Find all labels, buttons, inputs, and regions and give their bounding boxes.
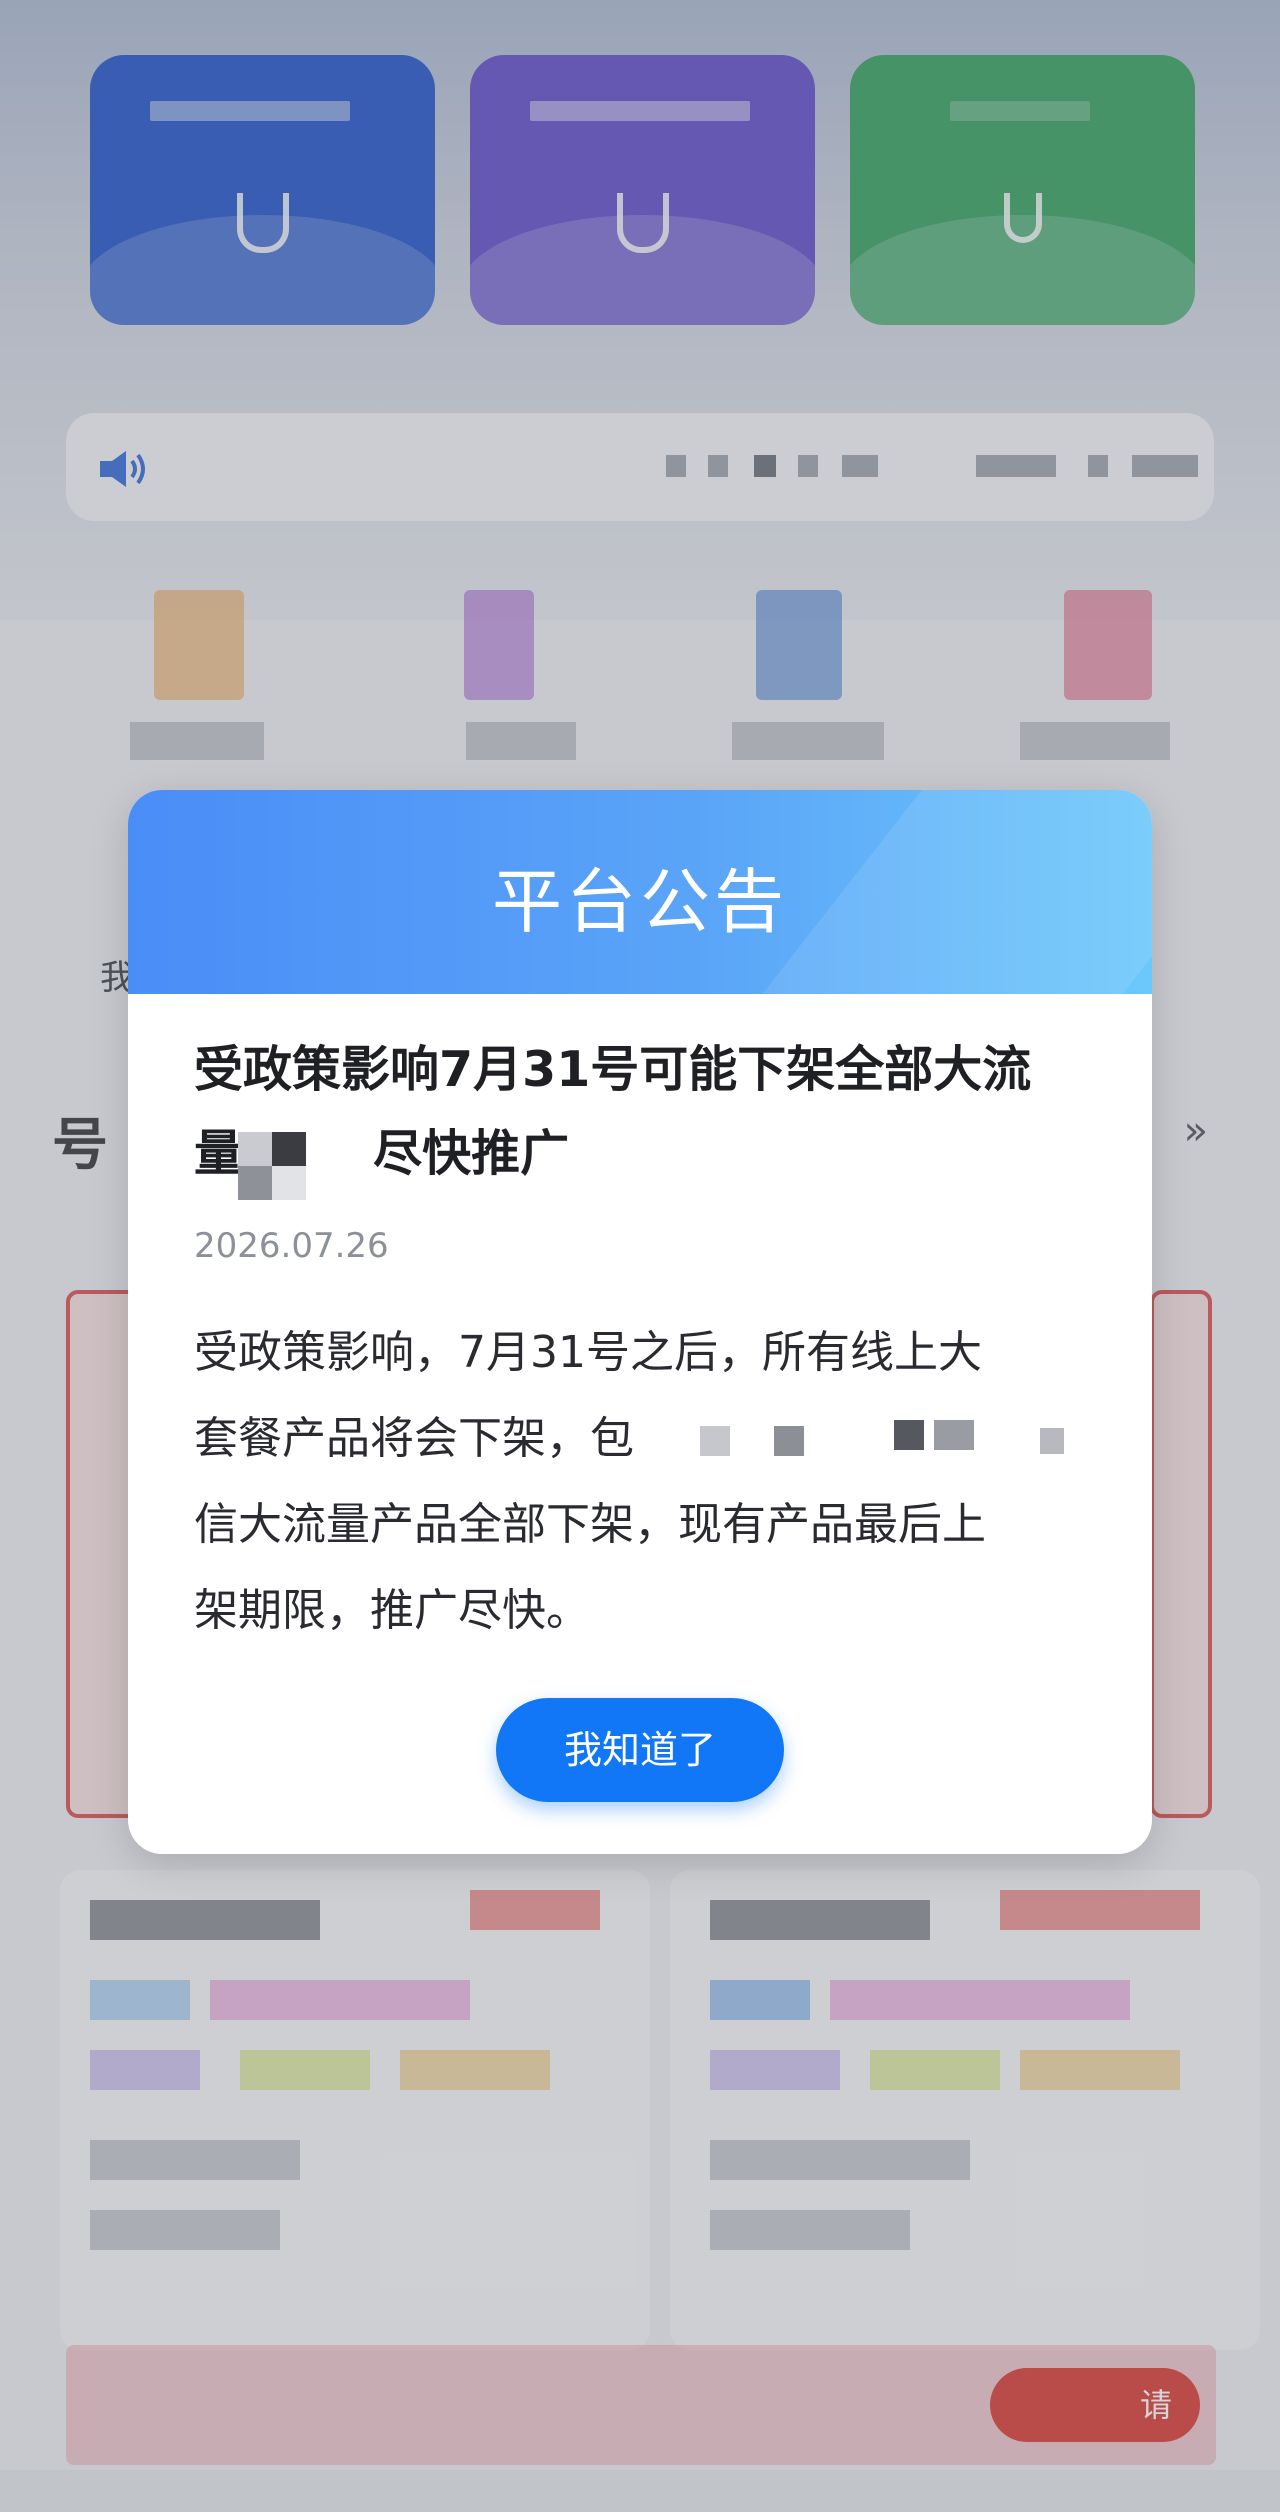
- announcement-headline: 受政策影响7月31号可能下架全部大流 量 尽快推广: [194, 1028, 1094, 1200]
- redacted-mosaic: [238, 1166, 272, 1200]
- redacted-mosaic: [934, 1420, 974, 1450]
- headline-line-2-start: 量: [194, 1125, 244, 1182]
- redacted-mosaic: [774, 1426, 804, 1456]
- redacted-mosaic: [238, 1132, 272, 1166]
- headline-line-2-end: 尽快推广: [373, 1125, 570, 1182]
- body-line-3: 信大流量产品全部下架，现有产品最后上: [194, 1499, 986, 1550]
- body-line-1: 受政策影响，7月31号之后，所有线上大: [194, 1327, 982, 1378]
- announcement-body: 受政策影响，7月31号之后，所有线上大 套餐产品将会下架，包 信大流量产品全部下…: [194, 1310, 1074, 1654]
- announcement-modal: 平台公告 受政策影响7月31号可能下架全部大流 量 尽快推广 2026.07.2…: [128, 790, 1152, 1854]
- redacted-mosaic: [894, 1420, 924, 1450]
- announcement-date: 2026.07.26: [194, 1226, 389, 1266]
- modal-title: 平台公告: [492, 861, 788, 943]
- modal-header: 平台公告: [128, 790, 1152, 994]
- redacted-mosaic: [700, 1426, 730, 1456]
- redacted-mosaic: [272, 1166, 306, 1200]
- body-line-4: 架期限，推广尽快。: [194, 1585, 590, 1636]
- redacted-mosaic: [1040, 1428, 1064, 1454]
- headline-line-1: 受政策影响7月31号可能下架全部大流: [194, 1041, 1032, 1098]
- acknowledge-button[interactable]: 我知道了: [496, 1698, 784, 1802]
- body-line-2: 套餐产品将会下架，包: [194, 1413, 634, 1464]
- redacted-mosaic: [272, 1132, 306, 1166]
